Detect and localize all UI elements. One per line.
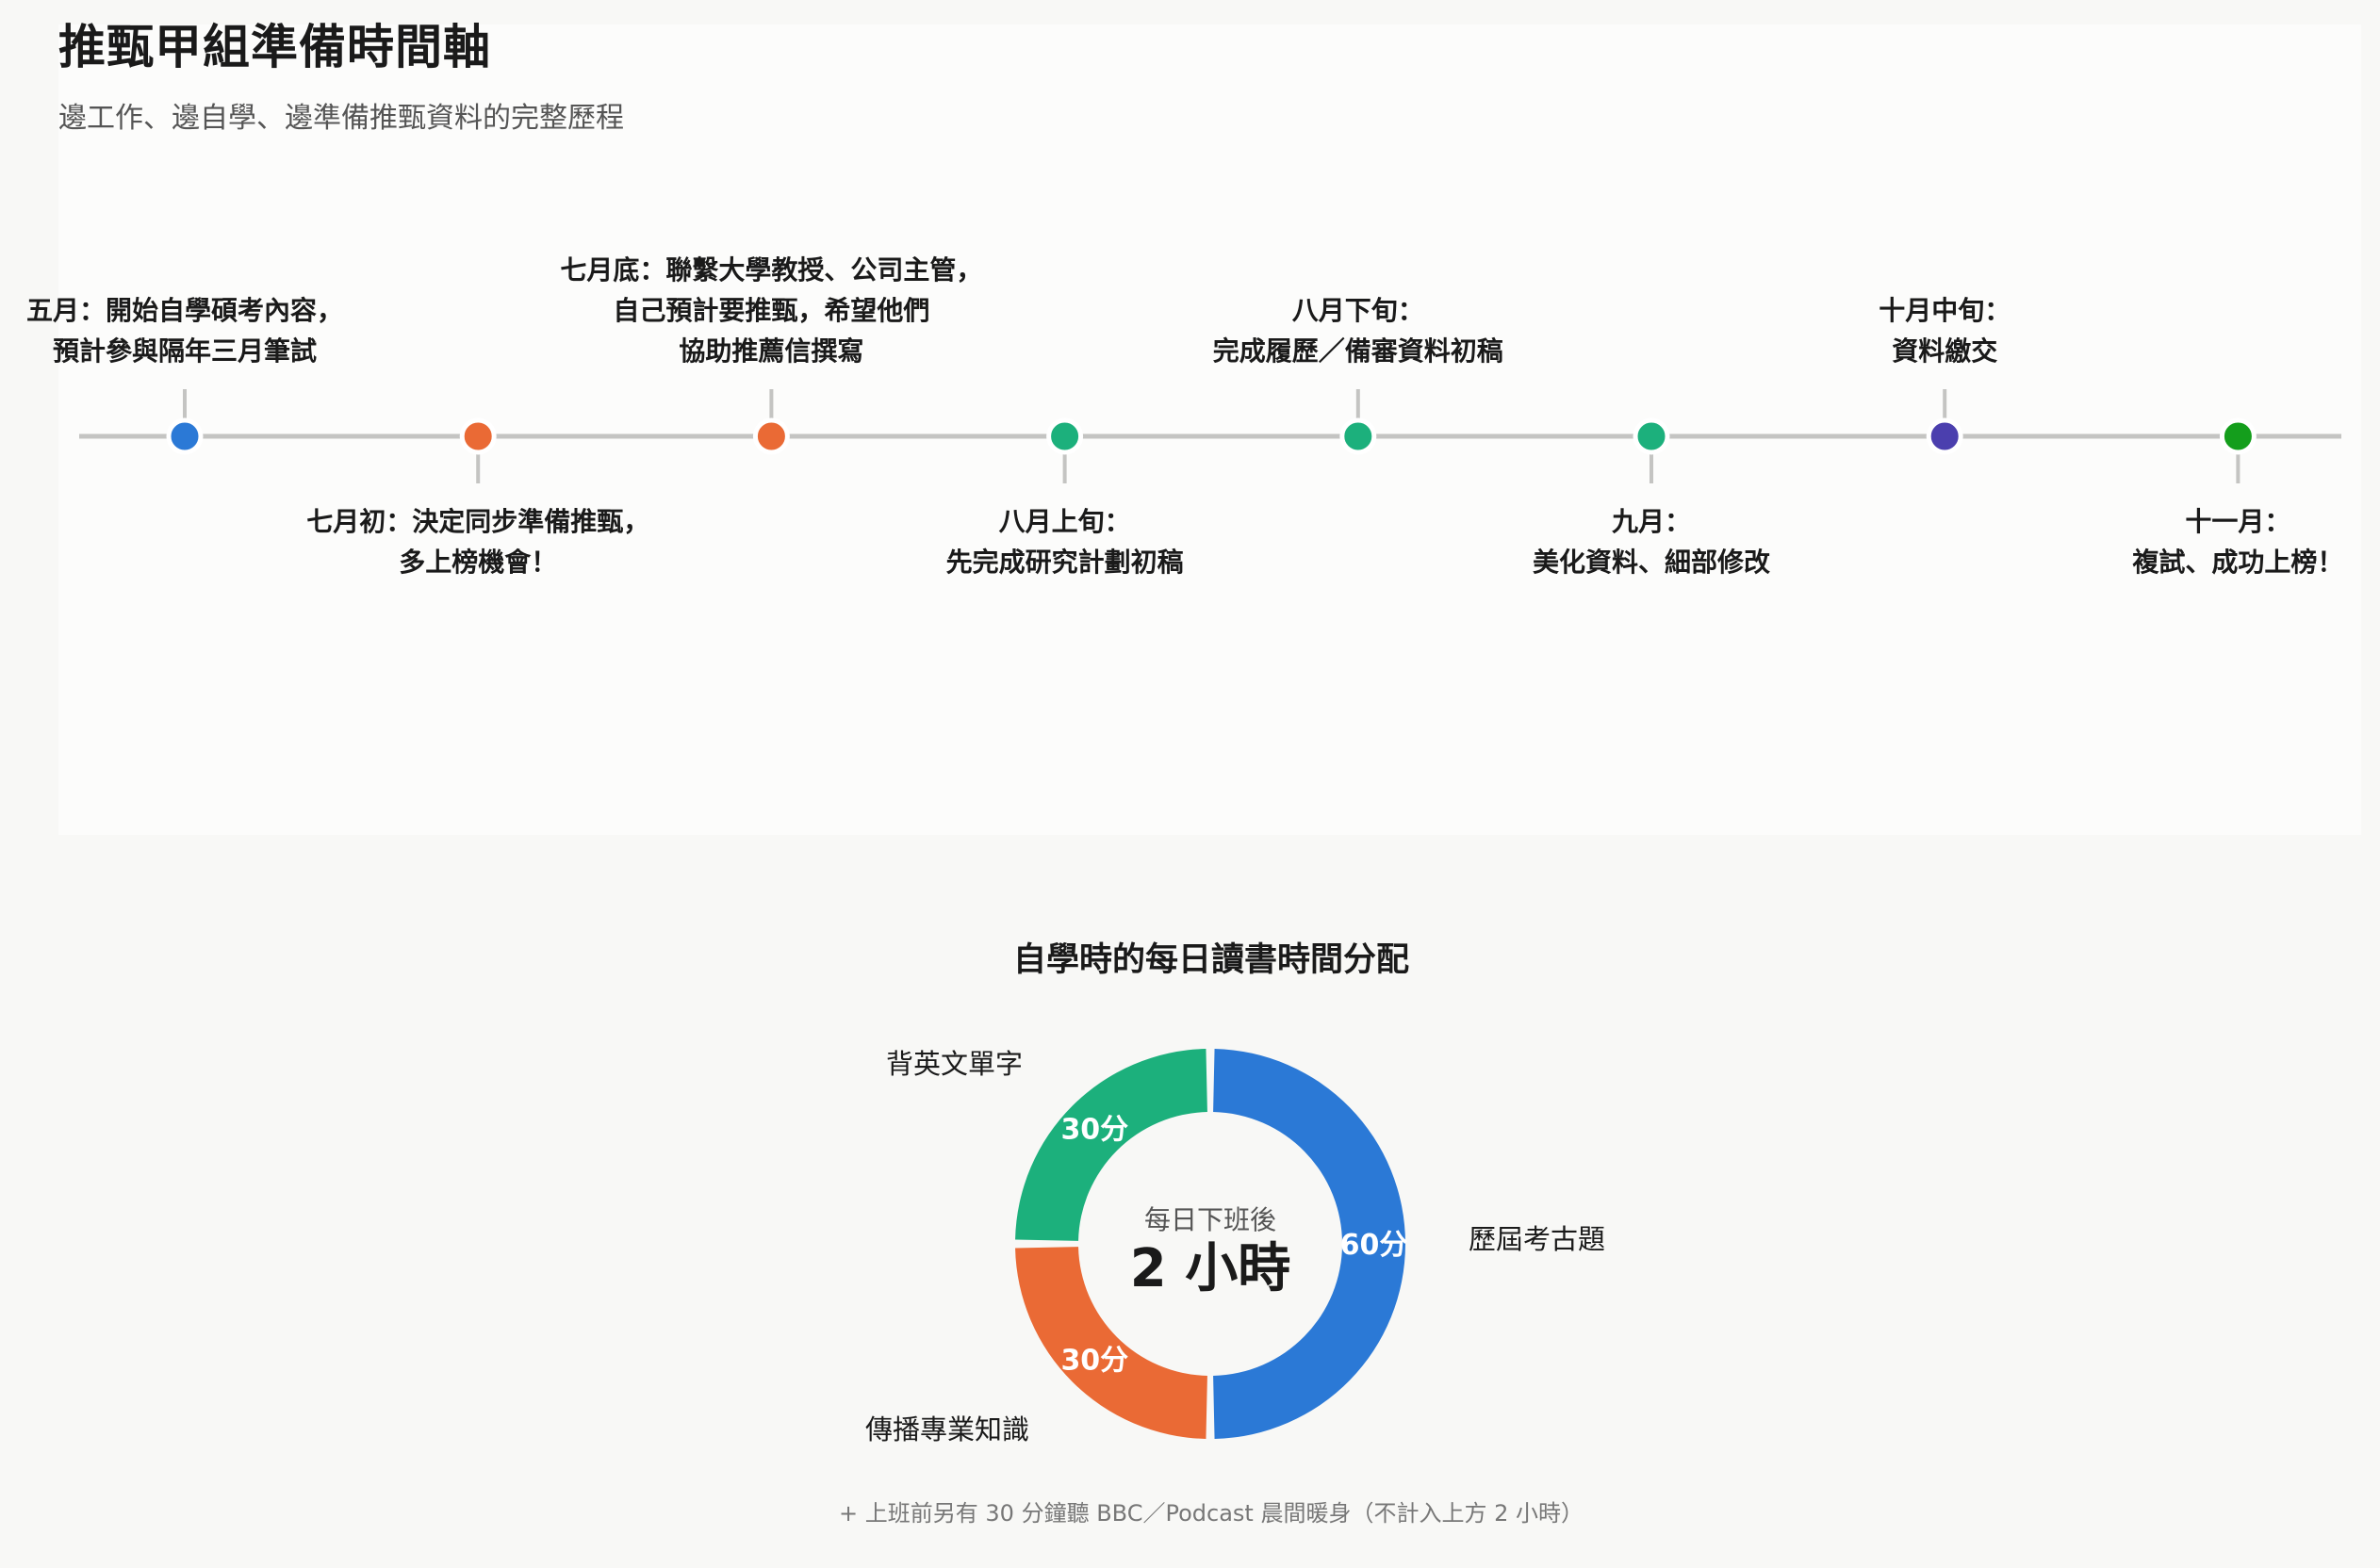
donut-slice-value: 60分 <box>1340 1229 1408 1262</box>
donut-slice-value: 30分 <box>1060 1113 1128 1146</box>
donut-center-value: 2 小時 <box>1130 1238 1290 1299</box>
footnote: + 上班前另有 30 分鐘聽 BBC／Podcast 晨間暖身（不計入上方 2 … <box>839 1500 1584 1527</box>
donut-category-label: 傳播專業知識 <box>865 1413 1029 1446</box>
donut-category-label: 背英文單字 <box>886 1048 1023 1080</box>
donut-category-label: 歷屆考古題 <box>1469 1223 1605 1255</box>
donut-chart: 60分 歷屆考古題 30分傳播專業知識 30分 背英文單字 每日下班後 2 小時 <box>865 1048 1605 1446</box>
donut-slice-value: 30分 <box>1060 1345 1128 1378</box>
donut-center-caption: 每日下班後 <box>1144 1204 1276 1235</box>
